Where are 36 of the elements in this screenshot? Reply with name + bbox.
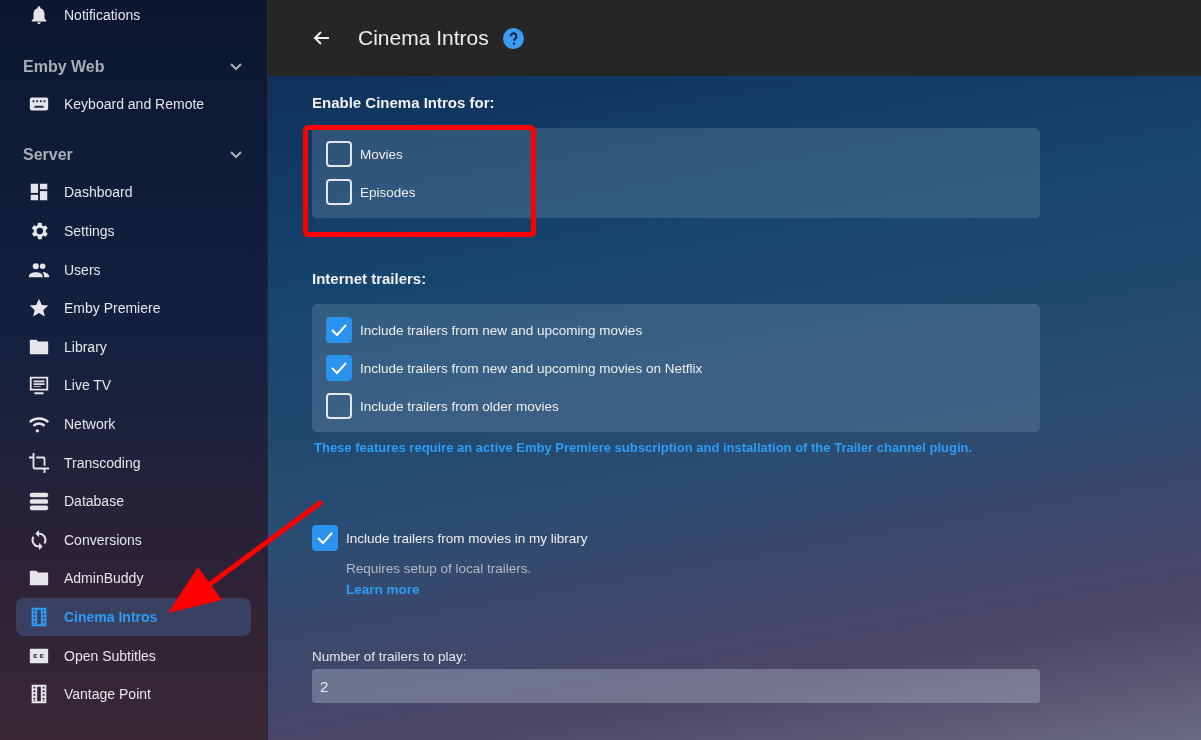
sidebar-item[interactable]: Live TV (16, 366, 251, 405)
sidebar-item[interactable]: Keyboard and Remote (16, 84, 251, 124)
field-label: Number of trailers to play: (312, 649, 468, 664)
sidebar-item[interactable]: Users (16, 250, 251, 289)
sidebar-item[interactable]: Database (16, 481, 251, 521)
sidebar-item[interactable]: AdminBuddy (16, 559, 251, 598)
sidebar-item[interactable]: Transcoding (16, 443, 251, 482)
section-header: Server (23, 146, 73, 165)
checkbox[interactable] (326, 355, 352, 381)
checkbox-label: Include trailers from movies in my library (346, 529, 588, 548)
crop-icon (28, 451, 50, 474)
sidebar-item[interactable]: Network (16, 404, 251, 444)
monitor-icon (28, 374, 50, 397)
checkbox-label: Episodes (360, 184, 416, 200)
sidebar-item[interactable]: Emby Premiere (16, 288, 251, 328)
checkbox-label: Include trailers from older movies (360, 398, 559, 414)
section-header: Emby Web (23, 57, 105, 76)
sidebar-item[interactable]: Open Subtitles (16, 636, 251, 675)
checkbox-label: Include trailers from new and upcoming movies on Netflix (360, 360, 703, 376)
section-heading: Enable Cinema Intros for: (312, 94, 496, 111)
checkbox-label: Include trailers from new and upcoming movies (360, 322, 643, 338)
section-heading: Internet trailers: (312, 270, 428, 287)
database-icon (28, 490, 50, 513)
sidebar-item[interactable]: Library (16, 327, 251, 367)
sidebar-item[interactable]: Conversions (16, 520, 251, 560)
sidebar-item[interactable]: Vantage Point (16, 674, 251, 714)
page-title: Cinema Intros (358, 26, 489, 50)
description-text: Requires setup of local trailers. (346, 561, 533, 576)
sidebar-item[interactable]: Dashboard (16, 173, 251, 212)
note-text: These features require an active Emby Premiere subscription and installation of the Trailer channel plugin. (314, 440, 974, 455)
help-icon[interactable] (502, 27, 524, 49)
checkbox-label: Movies (360, 146, 403, 162)
checkbox[interactable] (312, 525, 338, 551)
sidebar-item[interactable]: Notifications (16, 0, 251, 35)
checkbox[interactable] (326, 317, 352, 343)
sidebar-item[interactable]: Settings (16, 211, 251, 251)
